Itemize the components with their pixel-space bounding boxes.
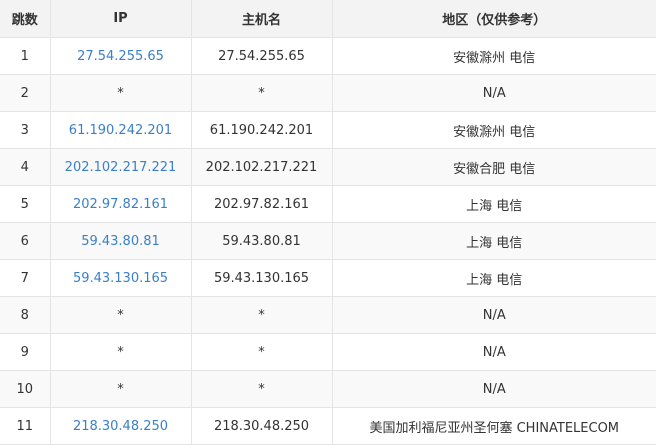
hop-cell: 8 — [0, 296, 51, 334]
ip-link[interactable]: 202.102.217.221 — [65, 160, 177, 175]
hostname-cell: * — [190, 333, 333, 371]
hop-cell: 5 — [0, 185, 51, 223]
ip-link[interactable]: 59.43.130.165 — [73, 271, 168, 286]
hostname-cell: 202.97.82.161 — [190, 185, 333, 223]
region-cell: N/A — [331, 296, 656, 334]
table-row: 3 61.190.242.201 61.190.242.201 安徽滁州 电信 — [0, 111, 656, 149]
hop-cell: 11 — [0, 407, 51, 445]
region-cell: N/A — [331, 74, 656, 112]
region-cell: 上海 电信 — [331, 259, 656, 297]
ip-cell: * — [49, 296, 192, 334]
region-cell: N/A — [331, 370, 656, 408]
ip-link[interactable]: 61.190.242.201 — [69, 123, 172, 138]
ip-cell: * — [49, 333, 192, 371]
ip-cell: 59.43.80.81 — [49, 222, 192, 260]
region-cell: 上海 电信 — [331, 222, 656, 260]
hop-cell: 9 — [0, 333, 51, 371]
ip-cell: * — [49, 74, 192, 112]
hop-cell: 2 — [0, 74, 51, 112]
hostname-cell: * — [190, 296, 333, 334]
table-row: 4 202.102.217.221 202.102.217.221 安徽合肥 电信 — [0, 148, 656, 186]
hop-cell: 4 — [0, 148, 51, 186]
region-cell: N/A — [331, 333, 656, 371]
table-body: 1 27.54.255.65 27.54.255.65 安徽滁州 电信 2 * * N/A 3 6… — [0, 37, 656, 445]
table-row: 8 * * N/A — [0, 296, 656, 334]
hop-cell: 1 — [0, 37, 51, 75]
region-cell: 安徽合肥 电信 — [331, 148, 656, 186]
table-row: 1 27.54.255.65 27.54.255.65 安徽滁州 电信 — [0, 37, 656, 75]
header-ip: IP — [49, 0, 192, 38]
region-cell: 安徽滁州 电信 — [331, 111, 656, 149]
ip-cell: 218.30.48.250 — [49, 407, 192, 445]
header-row: 跳数 IP 主机名 地区（仅供参考） — [0, 0, 656, 38]
table-row: 10 * * N/A — [0, 370, 656, 408]
region-cell: 美国加利福尼亚州圣何塞 CHINATELECOM — [331, 407, 656, 445]
table-row: 2 * * N/A — [0, 74, 656, 112]
hostname-cell: * — [190, 370, 333, 408]
traceroute-table: 跳数 IP 主机名 地区（仅供参考） 1 27.54.255.65 27.54.25… — [0, 0, 656, 445]
ip-cell: 61.190.242.201 — [49, 111, 192, 149]
hostname-cell: 202.102.217.221 — [190, 148, 333, 186]
table-row: 11 218.30.48.250 218.30.48.250 美国加利福尼亚州圣何塞 … — [0, 407, 656, 445]
ip-cell: 202.97.82.161 — [49, 185, 192, 223]
ip-cell: 27.54.255.65 — [49, 37, 192, 75]
header-hostname: 主机名 — [190, 0, 333, 38]
header-hop: 跳数 — [0, 0, 51, 38]
table-row: 7 59.43.130.165 59.43.130.165 上海 电信 — [0, 259, 656, 297]
hop-cell: 3 — [0, 111, 51, 149]
hostname-cell: 61.190.242.201 — [190, 111, 333, 149]
ip-cell: * — [49, 370, 192, 408]
ip-cell: 202.102.217.221 — [49, 148, 192, 186]
hostname-cell: 218.30.48.250 — [190, 407, 333, 445]
ip-link[interactable]: 59.43.80.81 — [81, 234, 160, 249]
hostname-cell: 59.43.130.165 — [190, 259, 333, 297]
table-row: 9 * * N/A — [0, 333, 656, 371]
hostname-cell: * — [190, 74, 333, 112]
hostname-cell: 27.54.255.65 — [190, 37, 333, 75]
header-region: 地区（仅供参考） — [331, 0, 656, 38]
ip-link[interactable]: 202.97.82.161 — [73, 197, 168, 212]
ip-cell: 59.43.130.165 — [49, 259, 192, 297]
hop-cell: 10 — [0, 370, 51, 408]
ip-link[interactable]: 218.30.48.250 — [73, 419, 168, 434]
hop-cell: 7 — [0, 259, 51, 297]
hop-cell: 6 — [0, 222, 51, 260]
ip-link[interactable]: 27.54.255.65 — [77, 49, 164, 64]
table-row: 5 202.97.82.161 202.97.82.161 上海 电信 — [0, 185, 656, 223]
region-cell: 安徽滁州 电信 — [331, 37, 656, 75]
table-header: 跳数 IP 主机名 地区（仅供参考） — [0, 0, 656, 38]
region-cell: 上海 电信 — [331, 185, 656, 223]
hostname-cell: 59.43.80.81 — [190, 222, 333, 260]
table-row: 6 59.43.80.81 59.43.80.81 上海 电信 — [0, 222, 656, 260]
